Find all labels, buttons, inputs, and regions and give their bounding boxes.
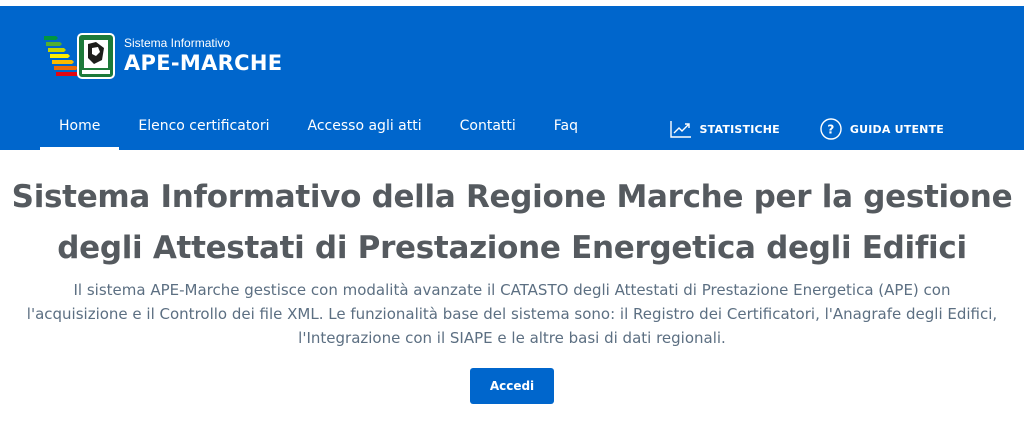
chart-line-icon <box>669 121 691 138</box>
page-title: Sistema Informativo della Regione Marche… <box>0 172 1024 274</box>
main-content: Sistema Informativo della Regione Marche… <box>0 150 1024 404</box>
nav-item-accesso-agli-atti[interactable]: Accesso agli atti <box>289 112 441 150</box>
main-nav: Home Elenco certificatori Accesso agli a… <box>40 112 597 150</box>
page-title-line-1: Sistema Informativo della Regione Marche… <box>11 179 1013 215</box>
nav-item-elenco-certificatori[interactable]: Elenco certificatori <box>119 112 288 150</box>
accedi-button[interactable]: Accedi <box>469 368 555 404</box>
help-circle-icon: ? <box>820 118 842 140</box>
guida-utente-link[interactable]: ? GUIDA UTENTE <box>820 118 944 140</box>
page-title-line-2: degli Attestati di Prestazione Energetic… <box>57 230 967 266</box>
brand[interactable]: Sistema Informativo APE-MARCHE <box>42 28 282 84</box>
statistiche-label: STATISTICHE <box>699 122 780 136</box>
statistiche-link[interactable]: STATISTICHE <box>669 120 780 138</box>
nav-item-contatti[interactable]: Contatti <box>441 112 535 150</box>
site-header: Sistema Informativo APE-MARCHE Home Elen… <box>0 6 1024 150</box>
brand-subtitle: Sistema Informativo <box>124 36 231 50</box>
energy-class-logo-icon <box>44 33 115 79</box>
description-line-3: l'Integrazione con il SIAPE e le altre b… <box>298 329 726 347</box>
guida-utente-label: GUIDA UTENTE <box>849 122 944 136</box>
nav-item-faq[interactable]: Faq <box>535 112 597 150</box>
svg-text:?: ? <box>827 123 834 137</box>
description-line-2: l'acquisizione e il Controllo dei file X… <box>26 305 998 323</box>
nav-item-home[interactable]: Home <box>40 112 120 150</box>
description-line-1: Il sistema APE-Marche gestisce con modal… <box>73 281 951 299</box>
header-tools: STATISTICHE ? GUIDA UTENTE <box>669 118 944 140</box>
brand-title: APE-MARCHE <box>124 51 283 75</box>
page-description: Il sistema APE-Marche gestisce con modal… <box>0 278 1024 350</box>
